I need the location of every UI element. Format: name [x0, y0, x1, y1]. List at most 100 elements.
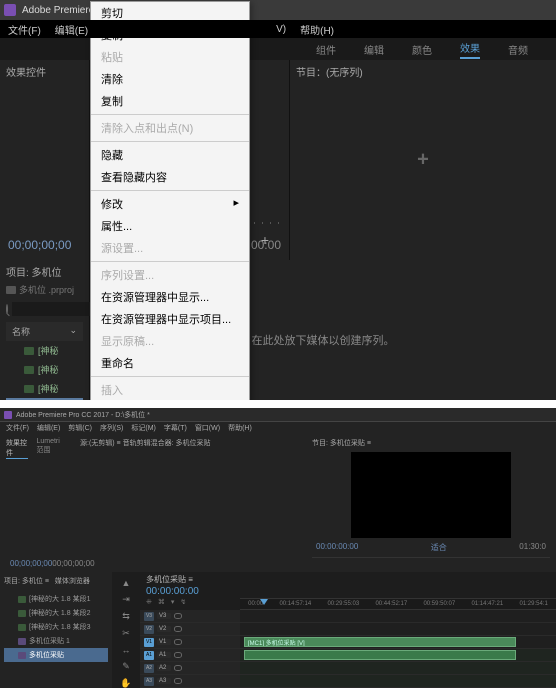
sequence-name[interactable]: 多机位采贴 ≡ — [146, 574, 234, 585]
pen-tool-icon[interactable]: ✎ — [122, 661, 130, 672]
list-item[interactable]: [神秘 — [6, 341, 83, 360]
menu-file[interactable]: 文件(F) — [8, 22, 41, 37]
track-row[interactable] — [240, 662, 556, 675]
list-item[interactable]: [神秘的大 1.8 某段1 — [4, 592, 108, 606]
menu-item[interactable]: 修改▸ — [91, 193, 249, 215]
slip-tool-icon[interactable]: ↔ — [122, 645, 131, 655]
list-item[interactable]: [神秘的大 1.8 某段3 — [4, 620, 108, 634]
track-target[interactable]: V2 — [144, 625, 154, 634]
track-select-icon[interactable]: ⇥ — [122, 594, 130, 605]
track-label: V3 — [157, 613, 171, 619]
timeline-header: 多机位采贴 ≡ 00:00:00:00 ⁜ ⌘ ▾ ↯ — [140, 572, 240, 598]
track-header[interactable]: V3V3 — [140, 610, 240, 623]
list-header[interactable]: 名称⌄ — [6, 322, 83, 341]
ws-color[interactable]: 颜色 — [412, 42, 432, 57]
menu-item[interactable]: 查看隐藏内容 — [91, 166, 249, 188]
eye-icon[interactable] — [174, 626, 182, 632]
program-title[interactable]: 节目: 多机位采贴 ≡ — [312, 438, 550, 448]
track-row[interactable] — [240, 610, 556, 623]
source-title[interactable]: 源:(无剪辑) ≡ 音轨剪辑混合器: 多机位采贴 — [80, 438, 300, 448]
menu-item[interactable]: 剪辑(C) — [68, 423, 92, 433]
track-target[interactable]: A2 — [144, 664, 154, 673]
menu-item[interactable]: 复制 — [91, 90, 249, 112]
track-row[interactable] — [240, 649, 556, 662]
track-row[interactable]: [MC1] 多机位采贴 [V] — [240, 636, 556, 649]
menu-item[interactable]: 重命名 — [91, 352, 249, 374]
track-target[interactable]: A1 — [144, 651, 154, 660]
fit-dropdown[interactable]: 适合 — [431, 542, 447, 553]
timecode[interactable]: 00;00;00;00 — [8, 238, 71, 252]
menu-item[interactable]: 在资源管理器中显示项目... — [91, 308, 249, 330]
track-header[interactable]: V2V2 — [140, 623, 240, 636]
mute-icon[interactable] — [174, 665, 182, 671]
add-icon[interactable]: + — [261, 232, 269, 248]
menu-edit[interactable]: 编辑(E) — [55, 22, 88, 37]
monitor-viewport[interactable] — [351, 452, 511, 538]
tab-media-browser[interactable]: 媒体浏览器 — [55, 576, 90, 586]
scrub-bar[interactable] — [312, 557, 550, 567]
ws-components[interactable]: 组件 — [316, 42, 336, 57]
ws-edit[interactable]: 编辑 — [364, 42, 384, 57]
track-target[interactable]: V1 — [144, 638, 154, 647]
tab-project[interactable]: 项目: 多机位 ≡ — [4, 576, 49, 586]
menu-item[interactable]: 帮助(H) — [228, 423, 252, 433]
tab-lumetri[interactable]: Lumetri 范围 — [36, 438, 68, 459]
track-target[interactable]: V3 — [144, 612, 154, 621]
selection-tool-icon[interactable]: ▲ — [122, 578, 131, 588]
ripple-tool-icon[interactable]: ⇆ — [122, 611, 130, 622]
track-header[interactable]: A2A2 — [140, 662, 240, 675]
track-content[interactable]: [MC1] 多机位采贴 [V] — [240, 610, 556, 688]
mute-icon[interactable] — [174, 678, 182, 684]
track-header[interactable]: A3A3 — [140, 675, 240, 688]
menu-item[interactable]: 清除 — [91, 68, 249, 90]
timeline-clip[interactable] — [244, 650, 516, 660]
ws-audio[interactable]: 音频 — [508, 42, 528, 57]
menu-item[interactable]: 属性... — [91, 215, 249, 237]
clip-icon — [18, 596, 26, 603]
razor-tool-icon[interactable]: ✂ — [122, 628, 130, 639]
track-target[interactable]: A3 — [144, 677, 154, 686]
playhead-icon[interactable] — [260, 599, 268, 605]
menu-item[interactable]: 字幕(T) — [164, 423, 187, 433]
menu-v[interactable]: V) — [276, 24, 286, 35]
eye-icon[interactable] — [174, 613, 182, 619]
ruler-tick: 00:59:50:07 — [423, 601, 455, 607]
list-item[interactable]: [神秘的大 1.8 某段2 — [4, 606, 108, 620]
time-ruler[interactable]: 00:0000:14:57:1400:29:55:0300:44:52:1700… — [240, 598, 556, 610]
tab-effect-controls[interactable]: 效果控件 — [6, 438, 28, 459]
list-item[interactable]: 多机位采贴 1 — [4, 634, 108, 648]
hand-tool-icon[interactable]: ✋ — [120, 678, 131, 688]
menu-item[interactable]: 标记(M) — [131, 423, 156, 433]
timeline-timecode[interactable]: 00:00:00:00 — [146, 586, 234, 597]
timecode[interactable]: 00;00;00;00 — [10, 559, 52, 568]
menu-item[interactable]: 窗口(W) — [195, 423, 220, 433]
track-header[interactable]: A1A1 — [140, 649, 240, 662]
menu-item[interactable]: 隐藏 — [91, 144, 249, 166]
menu-bar[interactable]: 文件(F) 编辑(E) 剪辑(C) 序列(S) 标记(M) 字幕(T) 窗口(W) 帮助(H) — [0, 422, 556, 434]
ws-effects[interactable]: 效果 — [460, 40, 480, 59]
list-item[interactable]: 多机位采贴 — [4, 648, 108, 662]
track-header[interactable]: V1V1 — [140, 636, 240, 649]
mute-icon[interactable] — [174, 652, 182, 658]
list-item-selected[interactable]: 多 — [6, 398, 83, 400]
list-item[interactable]: [神秘 — [6, 360, 83, 379]
timeline-clip[interactable]: [MC1] 多机位采贴 [V] — [244, 637, 516, 647]
eye-icon[interactable] — [174, 639, 182, 645]
menu-bar[interactable]: 文件(F) 编辑(E) V) 帮助(H) — [0, 20, 556, 38]
menu-item[interactable]: 文件(F) — [6, 423, 29, 433]
lower-panels: 项目: 多机位 多机位 .prproj 名称⌄ [神秘 [神秘 [神秘 多 列)… — [0, 260, 556, 400]
timecode[interactable]: 00:00:00:00 — [316, 542, 358, 553]
ruler-tick: 00:29:55:03 — [327, 601, 359, 607]
menu-item: 清除入点和出点(N) — [91, 117, 249, 139]
menu-help[interactable]: 帮助(H) — [300, 22, 334, 37]
menu-item[interactable]: 序列(S) — [100, 423, 123, 433]
track-row[interactable] — [240, 675, 556, 688]
context-menu[interactable]: 剪切 复制 粘贴 清除 复制 清除入点和出点(N) 隐藏 查看隐藏内容 修改▸属… — [90, 1, 250, 400]
app-icon — [4, 4, 16, 16]
track-row[interactable] — [240, 623, 556, 636]
menu-item[interactable]: 在资源管理器中显示... — [91, 286, 249, 308]
list-item[interactable]: [神秘 — [6, 379, 83, 398]
effect-controls-panel: 效果控件 00;00;00;00 — [0, 60, 90, 260]
chevron-icon: ⌄ — [69, 325, 77, 338]
menu-item[interactable]: 编辑(E) — [37, 423, 60, 433]
